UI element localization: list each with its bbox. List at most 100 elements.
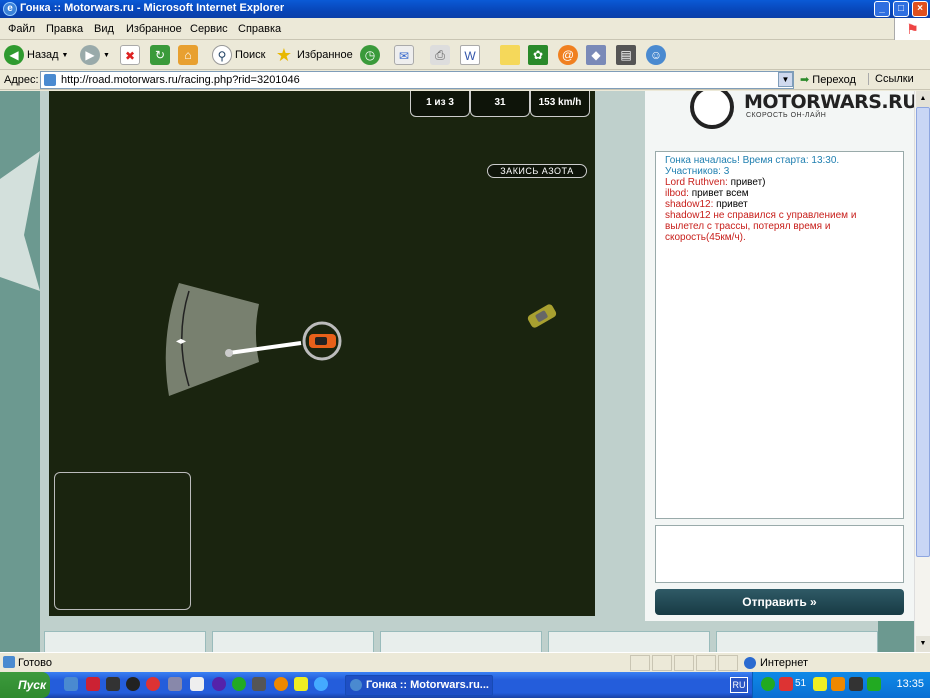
page-status-icon [3, 656, 15, 668]
app-quicklaunch-icon[interactable] [294, 677, 308, 691]
stop-icon[interactable]: ✖ [120, 45, 140, 65]
status-text: Готово [18, 657, 52, 669]
minimap [54, 472, 191, 610]
chevron-down-icon: ▼ [61, 51, 69, 59]
scroll-down-button[interactable]: ▼ [916, 636, 930, 652]
globe-icon [744, 657, 756, 669]
tray-app-icon[interactable] [849, 677, 863, 691]
print-icon[interactable]: ⎙ [430, 45, 450, 65]
back-button[interactable]: ◀ Назад ▼ [4, 45, 68, 65]
chat-text: привет [716, 199, 748, 210]
search-button[interactable]: ⚲ Поиск [212, 45, 265, 65]
chevron-down-icon: ▼ [103, 51, 110, 59]
menu-view[interactable]: Вид [94, 23, 114, 35]
app-quicklaunch-icon[interactable] [274, 677, 288, 691]
note-icon[interactable] [500, 45, 520, 65]
users-icon[interactable]: ☺ [646, 45, 666, 65]
minimize-button[interactable]: _ [874, 1, 890, 17]
app-quicklaunch-icon[interactable] [252, 677, 266, 691]
logo-emblem-icon [690, 91, 734, 129]
car-card[interactable] [212, 631, 374, 652]
ie-quicklaunch-icon[interactable] [64, 677, 78, 691]
taskbar-window-label: Гонка :: Motorwars.ru... [366, 679, 489, 691]
direction-point [225, 349, 233, 357]
race-start-message: Гонка началась! Время старта: 13:30. Уча… [665, 155, 840, 177]
car-card[interactable] [548, 631, 710, 652]
language-indicator[interactable]: RU [730, 677, 748, 693]
tray-app-icon[interactable] [831, 677, 845, 691]
taskbar: Пуск Гонка :: Motorwars.ru... RU 51 13:3… [0, 672, 930, 698]
chat-text: привет) [730, 177, 766, 188]
app-quicklaunch-icon[interactable] [314, 677, 328, 691]
chat-message: shadow12: привет [665, 199, 894, 210]
menu-tools[interactable]: Сервис [190, 23, 228, 35]
search-icon: ⚲ [212, 45, 232, 65]
race-field[interactable]: 1 из 3 31 153 km/h ЗАКИСЬ АЗОТА ◂▸ [49, 91, 595, 616]
start-button[interactable]: Пуск [0, 672, 50, 698]
address-input[interactable]: http://road.motorwars.ru/racing.php?rid=… [40, 71, 794, 89]
send-button[interactable]: Отправить » [655, 589, 904, 615]
word-edit-icon[interactable]: W [460, 45, 480, 65]
chat-nick: Lord Ruthven: [665, 177, 728, 188]
forward-button[interactable]: ▶ ▼ [80, 45, 110, 65]
status-panel [718, 655, 738, 671]
status-panel [696, 655, 716, 671]
mail-icon[interactable]: ✉ [394, 45, 414, 65]
chat-panel: MOTORWARS.RU СКОРОСТЬ ОН-ЛАЙН Гонка нача… [645, 91, 914, 621]
tray-counter: 51 [795, 678, 807, 689]
app-quicklaunch-icon[interactable] [168, 677, 182, 691]
tray-app-icon[interactable] [779, 677, 793, 691]
window-title: Гонка :: Motorwars.ru - Microsoft Intern… [20, 2, 285, 14]
chat-nick: shadow12: [665, 199, 714, 210]
clock: 13:35 [896, 678, 924, 690]
menu-favorites[interactable]: Избранное [126, 23, 182, 35]
refresh-icon[interactable]: ↻ [150, 45, 170, 65]
menu-file[interactable]: Файл [8, 23, 35, 35]
car-card[interactable] [44, 631, 206, 652]
page-content: 1 из 3 31 153 km/h ЗАКИСЬ АЗОТА ◂▸ MOTOR… [0, 91, 914, 652]
address-dropdown[interactable]: ▼ [778, 72, 793, 87]
address-label: Адрес: [4, 74, 39, 86]
tray-app-icon[interactable] [813, 677, 827, 691]
toolbar: ◀ Назад ▼ ▶ ▼ ✖ ↻ ⌂ ⚲ Поиск ★ Избранное … [0, 40, 930, 70]
app-quicklaunch-icon[interactable] [146, 677, 160, 691]
home-icon[interactable]: ⌂ [178, 45, 198, 65]
title-bar: e Гонка :: Motorwars.ru - Microsoft Inte… [0, 0, 930, 18]
back-arrow-icon: ◀ [4, 45, 24, 65]
close-button[interactable]: × [912, 1, 928, 17]
favorites-button[interactable]: ★ Избранное [274, 45, 353, 65]
chat-log[interactable]: Гонка началась! Время старта: 13:30. Уча… [655, 151, 904, 519]
app-quicklaunch-icon[interactable] [126, 677, 140, 691]
research-icon[interactable]: ▤ [616, 45, 636, 65]
scroll-up-button[interactable]: ▲ [916, 91, 930, 107]
windows-logo-icon: ⚑ [894, 18, 930, 40]
chat-message: Lord Ruthven: привет) [665, 177, 894, 188]
history-icon[interactable]: ◷ [360, 45, 380, 65]
links-button[interactable]: Ссылки [868, 73, 914, 85]
app-quicklaunch-icon[interactable] [86, 677, 100, 691]
menu-edit[interactable]: Правка [46, 23, 83, 35]
scroll-thumb[interactable] [916, 107, 930, 557]
go-label: Переход [812, 74, 856, 86]
app-quicklaunch-icon[interactable] [106, 677, 120, 691]
tray-app-icon[interactable] [867, 677, 881, 691]
app-quicklaunch-icon[interactable] [212, 677, 226, 691]
icq-pro-icon[interactable]: ✿ [528, 45, 548, 65]
maximize-button[interactable]: □ [893, 1, 909, 17]
tray-app-icon[interactable] [761, 677, 775, 691]
at-icon[interactable]: @ [558, 45, 578, 65]
go-button[interactable]: ➡ Переход [800, 73, 856, 86]
messenger-icon[interactable]: ◆ [586, 45, 606, 65]
car-card[interactable] [380, 631, 542, 652]
logo-name: MOTORWARS.RU [744, 91, 914, 113]
app-quicklaunch-icon[interactable] [190, 677, 204, 691]
taskbar-window-button[interactable]: Гонка :: Motorwars.ru... [345, 675, 493, 696]
message-input[interactable] [655, 525, 904, 583]
game-frame: 1 из 3 31 153 km/h ЗАКИСЬ АЗОТА ◂▸ MOTOR… [40, 91, 914, 652]
menu-help[interactable]: Справка [238, 23, 281, 35]
start-label: Пуск [18, 678, 47, 692]
app-quicklaunch-icon[interactable] [232, 677, 246, 691]
snow-decoration [0, 151, 40, 291]
car-card[interactable] [716, 631, 878, 652]
page-scrollbar[interactable]: ▲ ▼ [914, 91, 930, 652]
